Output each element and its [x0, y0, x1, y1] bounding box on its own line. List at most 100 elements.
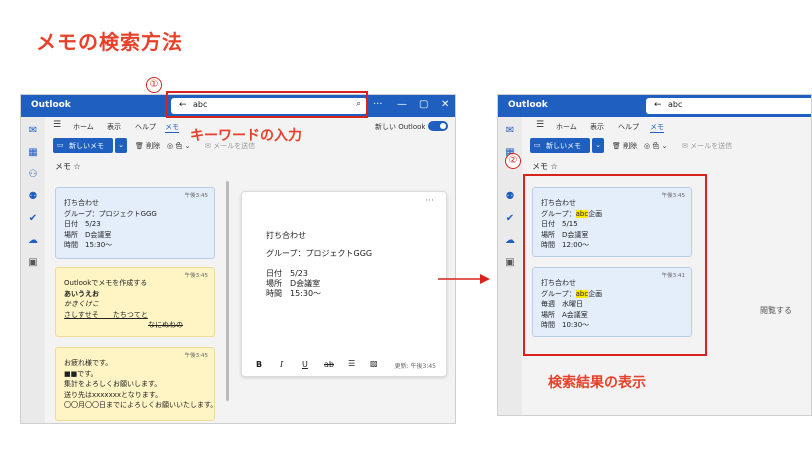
- note-line: 集計をよろしくお願いします。: [64, 380, 162, 388]
- note-card[interactable]: 午後3:45 Outlookでメモを作成する あいうえお かきくけこ さしすせそ…: [55, 267, 215, 337]
- notes-scrollbar[interactable]: [226, 181, 229, 401]
- minimize-icon[interactable]: —: [397, 99, 407, 110]
- onedrive-icon[interactable]: ☁: [504, 235, 516, 247]
- app-rail: ✉ ▦ ⚇ ⚉ ✔ ☁ ▣: [21, 117, 45, 423]
- mail-icon[interactable]: ✉: [504, 125, 516, 137]
- note-time: 午後3:45: [184, 193, 208, 199]
- tab-view[interactable]: 表示: [590, 122, 604, 132]
- underline-button[interactable]: U: [302, 360, 308, 369]
- note-card[interactable]: 午後3:45 打ち合わせ グループ：プロジェクトGGG 日付 5/23 場所 D…: [55, 187, 215, 259]
- onedrive-icon[interactable]: ☁: [27, 235, 39, 247]
- color-label: 色: [652, 142, 660, 150]
- note-line: あいうえお: [64, 289, 99, 298]
- new-note-button[interactable]: ▭ 新しいメモ: [53, 138, 113, 153]
- new-outlook-label: 新しい Outlook: [375, 123, 426, 131]
- step-one-marker: ①: [146, 77, 162, 93]
- note-card[interactable]: 午後3:45 お疲れ様です。 ■■です。 集計をよろしくお願いします。 送り先は…: [55, 347, 215, 421]
- back-arrow-icon[interactable]: ←: [654, 100, 662, 110]
- strikethrough-button[interactable]: ab: [324, 360, 334, 369]
- notes-list-label: メモ: [55, 162, 71, 171]
- transition-arrow-icon: [438, 274, 490, 284]
- note-line: 場所 D会議室: [64, 230, 112, 239]
- italic-button[interactable]: I: [280, 360, 283, 369]
- updated-time: 更新: 午後3:45: [394, 363, 436, 370]
- star-icon[interactable]: ☆: [74, 162, 81, 171]
- search-results-annotation: 検索結果の表示: [548, 375, 646, 391]
- notes-list-label: メモ: [532, 162, 548, 171]
- detail-line: グループ：プロジェクトGGG: [266, 249, 373, 258]
- detail-line: 打ち合わせ: [266, 231, 306, 240]
- hamburger-icon[interactable]: ☰: [53, 120, 61, 130]
- search-input[interactable]: abc: [668, 100, 682, 109]
- send-email-button[interactable]: ✉ メールを送信: [682, 141, 732, 151]
- calendar-icon[interactable]: ▦: [27, 147, 39, 159]
- detail-line: 時間 15:30～: [266, 289, 322, 298]
- tab-home[interactable]: ホーム: [556, 122, 577, 132]
- color-button[interactable]: ◎ 色 ⌄: [167, 141, 190, 151]
- palette-icon: ◎: [167, 142, 174, 150]
- send-email-label: メールを送信: [690, 142, 733, 150]
- note-line: 送り先はxxxxxxxとなります。: [64, 390, 163, 399]
- trash-icon: 🗑: [612, 142, 621, 150]
- mail-icon[interactable]: ✉: [27, 125, 39, 137]
- todo-icon[interactable]: ✔: [504, 213, 516, 225]
- note-time: 午後3:45: [184, 273, 208, 279]
- tab-notes[interactable]: メモ: [650, 122, 664, 133]
- note-line: 〇〇月〇〇日までによろしくお願いいたします。: [64, 401, 215, 409]
- reading-pane-placeholder: 閲覧する: [760, 306, 792, 315]
- note-icon: ▭: [57, 141, 64, 149]
- new-note-label: 新しいメモ: [546, 142, 581, 150]
- groups-icon[interactable]: ⚉: [27, 191, 39, 203]
- maximize-icon[interactable]: ▢: [419, 99, 428, 110]
- new-note-button[interactable]: ▭ 新しいメモ: [530, 138, 590, 153]
- note-line: ■■です。: [64, 369, 98, 378]
- keyword-input-annotation: キーワードの入力: [190, 128, 302, 144]
- apps-icon[interactable]: ▣: [504, 257, 516, 269]
- app-name: Outlook: [508, 100, 548, 110]
- envelope-icon: ✉: [682, 142, 688, 150]
- new-note-label: 新しいメモ: [69, 142, 104, 150]
- todo-icon[interactable]: ✔: [27, 213, 39, 225]
- close-icon[interactable]: ✕: [441, 99, 449, 110]
- palette-icon: ◎: [644, 142, 651, 150]
- people-icon[interactable]: ⚇: [27, 169, 39, 181]
- tab-home[interactable]: ホーム: [73, 122, 94, 132]
- image-icon[interactable]: ▨: [370, 359, 378, 368]
- star-icon[interactable]: ☆: [551, 162, 558, 171]
- title-bar: Outlook ← abc: [498, 95, 811, 117]
- toolbar: ▭ 新しいメモ ⌄ 🗑 削除 ◎ 色 ⌄ ✉ メールを送信: [522, 135, 811, 155]
- bullet-list-icon[interactable]: ☰: [348, 359, 355, 368]
- note-time: 午後3:45: [184, 353, 208, 359]
- note-detail-pane[interactable]: ··· 打ち合わせ グループ：プロジェクトGGG 日付 5/23 場所 D会議室…: [241, 191, 447, 377]
- more-icon[interactable]: ···: [373, 99, 383, 110]
- more-icon[interactable]: ···: [425, 196, 434, 206]
- search-box[interactable]: ← abc: [646, 98, 811, 114]
- new-note-dropdown[interactable]: ⌄: [592, 138, 604, 153]
- step-two-marker: ②: [505, 153, 521, 169]
- note-line: 時間 15:30～: [64, 241, 113, 249]
- tab-help[interactable]: ヘルプ: [135, 122, 156, 132]
- apps-icon[interactable]: ▣: [27, 257, 39, 269]
- trash-icon: 🗑: [135, 142, 144, 150]
- delete-button[interactable]: 🗑 削除: [135, 141, 160, 151]
- search-highlight-box: [166, 91, 368, 118]
- tab-notes[interactable]: メモ: [165, 122, 179, 133]
- groups-icon[interactable]: ⚉: [504, 191, 516, 203]
- new-outlook-toggle[interactable]: [428, 121, 448, 131]
- note-line: かきくけこ: [64, 300, 99, 308]
- notes-list-title: メモ ☆: [532, 161, 558, 172]
- new-note-dropdown[interactable]: ⌄: [115, 138, 127, 153]
- tab-view[interactable]: 表示: [107, 122, 121, 132]
- notes-list-title: メモ ☆: [55, 161, 81, 172]
- page-title: メモの検索方法: [36, 30, 183, 54]
- hamburger-icon[interactable]: ☰: [536, 120, 544, 130]
- tab-help[interactable]: ヘルプ: [618, 122, 639, 132]
- note-icon: ▭: [534, 141, 541, 149]
- delete-button[interactable]: 🗑 削除: [612, 141, 637, 151]
- note-line: さしすせそ たちつてと: [64, 310, 148, 319]
- color-button[interactable]: ◎ 色 ⌄: [644, 141, 667, 151]
- bold-button[interactable]: B: [256, 360, 262, 369]
- note-line: 日付 5/23: [64, 220, 101, 228]
- note-line: なにぬねの: [148, 321, 183, 329]
- results-highlight-box: [523, 174, 707, 356]
